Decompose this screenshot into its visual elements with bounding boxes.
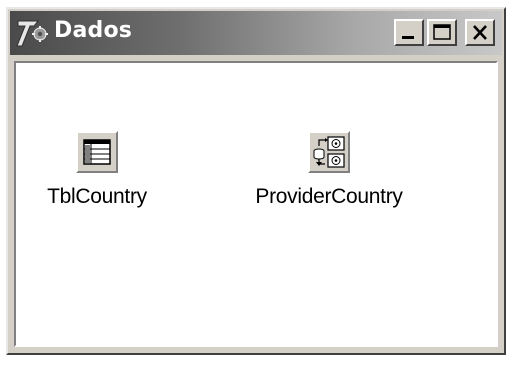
window-title: Dados <box>54 18 133 43</box>
component-providercountry[interactable]: ProviderCountry <box>229 131 429 209</box>
form-window: Dados TblCountry ProviderCountry <box>6 7 506 355</box>
delphi-icon[interactable] <box>16 18 50 48</box>
component-label: TblCountry <box>47 185 147 208</box>
component-label: ProviderCountry <box>255 185 403 208</box>
table-icon[interactable] <box>76 131 118 173</box>
title-bar[interactable]: Dados <box>10 11 502 55</box>
component-tblcountry[interactable]: TblCountry <box>32 131 162 209</box>
minimize-button[interactable] <box>394 19 424 46</box>
provider-icon[interactable] <box>308 131 350 173</box>
close-icon <box>473 25 487 40</box>
maximize-icon <box>433 24 451 40</box>
close-button[interactable] <box>465 19 495 46</box>
form-client-area[interactable]: TblCountry ProviderCountry <box>14 61 498 347</box>
maximize-button[interactable] <box>427 19 457 46</box>
minimize-icon <box>402 36 414 39</box>
